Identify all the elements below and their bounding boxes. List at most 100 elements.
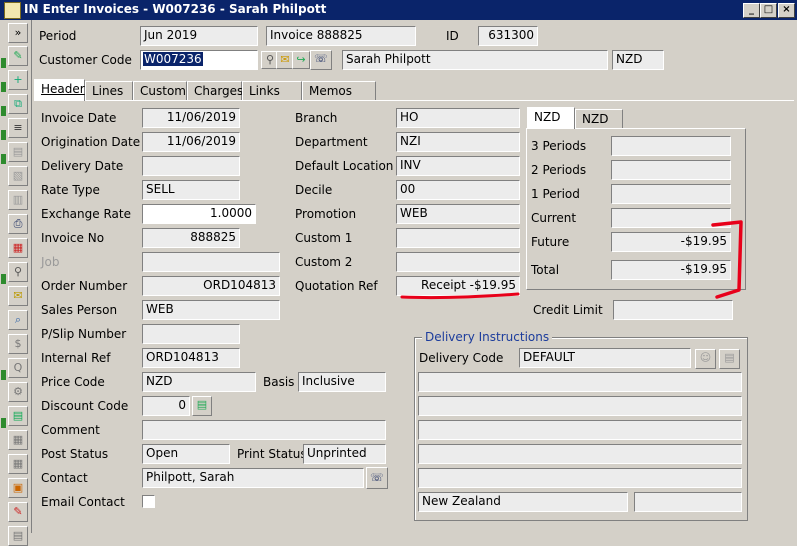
status-marker [1, 418, 6, 428]
delivery-group-label: Delivery Instructions [422, 330, 553, 344]
status-marker [1, 106, 6, 116]
contact-field[interactable]: Philpott, Sarah [142, 468, 364, 488]
tab-charges[interactable]: Charges [187, 81, 243, 101]
document-icon[interactable]: ▤ [8, 142, 28, 162]
grid-icon[interactable]: ▤ [8, 406, 28, 426]
table-icon[interactable]: ▦ [8, 430, 28, 450]
comment-field[interactable] [142, 420, 386, 440]
rate-type-label: Rate Type [41, 183, 100, 197]
invoice-no-field[interactable]: 888825 [142, 228, 240, 248]
custom1-label: Custom 1 [295, 231, 353, 245]
status-marker [1, 154, 6, 164]
origination-date-field[interactable]: 11/06/2019 [142, 132, 240, 152]
query-icon[interactable]: Q [8, 358, 28, 378]
period-field[interactable]: Jun 2019 [140, 26, 258, 46]
edit-icon[interactable]: ✎ [8, 46, 28, 66]
note-icon[interactable]: ✉ [8, 286, 28, 306]
delivery-line-5[interactable] [418, 468, 742, 488]
exchange-rate-field[interactable]: 1.0000 [142, 204, 256, 224]
sales-person-field[interactable]: WEB [142, 300, 280, 320]
promotion-label: Promotion [295, 207, 357, 221]
tab-header[interactable]: Header [34, 79, 85, 101]
invoice-date-label: Invoice Date [41, 111, 117, 125]
tab-lines[interactable]: Lines [85, 81, 133, 101]
tab-memos[interactable]: Memos [302, 81, 376, 101]
phone-icon[interactable]: ☏ [310, 50, 332, 70]
pen-icon[interactable]: ✎ [8, 502, 28, 522]
phone-icon[interactable]: ☏ [366, 467, 388, 489]
pslip-field[interactable] [142, 324, 240, 344]
warehouse-icon[interactable]: ▣ [8, 478, 28, 498]
two-periods-label: 2 Periods [531, 163, 587, 177]
close-button[interactable]: × [778, 3, 795, 18]
discount-code-field[interactable]: 0 [142, 396, 190, 416]
delivery-line-2[interactable] [418, 396, 742, 416]
customer-code-field[interactable]: W007236 [140, 50, 258, 70]
email-contact-checkbox[interactable] [142, 495, 155, 508]
price-code-field[interactable]: NZD [142, 372, 256, 392]
bracket-stroke [711, 220, 743, 299]
edit-address-icon[interactable]: ▤ [719, 349, 740, 369]
copy-icon[interactable]: ⧉ [8, 94, 28, 114]
search-icon[interactable]: ⌕ [8, 310, 28, 330]
period-label: Period [39, 29, 77, 43]
exchange-rate-label: Exchange Rate [41, 207, 131, 221]
misc-icon[interactable]: ▤ [8, 526, 28, 546]
underline-stroke [400, 292, 520, 300]
tab-links[interactable]: Links [242, 81, 302, 101]
side-toolbar: » ✎ + ⧉ ≡ ▤ ▧ ▥ ⎙ ▦ ⚲ ✉ ⌕ $ Q ⚙ ▤ ▦ ▦ ▣ … [0, 20, 32, 546]
department-label: Department [295, 135, 368, 149]
form-icon[interactable]: ▦ [8, 238, 28, 258]
red-annotation [400, 220, 743, 300]
discount-code-label: Discount Code [41, 399, 129, 413]
one-period-field [611, 184, 731, 204]
contact-label: Contact [41, 471, 88, 485]
branch-field[interactable]: HO [396, 108, 520, 128]
dollar-icon[interactable]: $ [8, 334, 28, 354]
delivery-line-3[interactable] [418, 420, 742, 440]
invoice-date-field[interactable]: 11/06/2019 [142, 108, 240, 128]
sales-person-label: Sales Person [41, 303, 118, 317]
new-icon[interactable]: + [8, 70, 28, 90]
tab-aging-nzd-2[interactable]: NZD [575, 109, 623, 129]
delivery-date-field[interactable] [142, 156, 240, 176]
delivery-code-field[interactable]: DEFAULT [519, 348, 691, 368]
tab-custom[interactable]: Custom [133, 81, 187, 101]
report-icon[interactable]: ▥ [8, 190, 28, 210]
person-icon[interactable]: ☺ [695, 349, 716, 369]
delete-icon[interactable]: ▧ [8, 166, 28, 186]
status-marker [1, 274, 6, 284]
default-location-field[interactable]: INV [396, 156, 520, 176]
tab-aging-nzd-1[interactable]: NZD [527, 107, 575, 129]
delivery-code-label: Delivery Code [419, 351, 504, 365]
lookup-icon[interactable]: ▤ [192, 396, 212, 416]
expand-icon[interactable]: » [8, 23, 28, 43]
customer-code-value: W007236 [143, 52, 203, 66]
order-number-field[interactable]: ORD104813 [142, 276, 280, 296]
minimize-button[interactable]: _ [743, 3, 760, 18]
one-period-label: 1 Period [531, 187, 580, 201]
department-field[interactable]: NZI [396, 132, 520, 152]
print-icon[interactable]: ⎙ [8, 214, 28, 234]
delivery-country-field[interactable]: New Zealand [418, 492, 628, 512]
delivery-line-1[interactable] [418, 372, 742, 392]
internal-ref-field[interactable]: ORD104813 [142, 348, 240, 368]
decile-label: Decile [295, 183, 333, 197]
email-contact-label: Email Contact [41, 495, 125, 509]
two-periods-field [611, 160, 731, 180]
decile-field[interactable]: 00 [396, 180, 520, 200]
custom2-label: Custom 2 [295, 255, 353, 269]
basis-field[interactable]: Inclusive [298, 372, 386, 392]
rate-type-field[interactable]: SELL [142, 180, 240, 200]
arrow-icon[interactable]: ↪ [292, 51, 310, 69]
app-icon [4, 2, 21, 19]
status-marker [1, 130, 6, 140]
attach-icon[interactable]: ⚲ [8, 262, 28, 282]
delivery-postcode-field[interactable] [634, 492, 742, 512]
table2-icon[interactable]: ▦ [8, 454, 28, 474]
maximize-button[interactable]: □ [760, 3, 777, 18]
delivery-line-4[interactable] [418, 444, 742, 464]
list-icon[interactable]: ≡ [8, 118, 28, 138]
three-periods-label: 3 Periods [531, 139, 587, 153]
settings-icon[interactable]: ⚙ [8, 382, 28, 402]
